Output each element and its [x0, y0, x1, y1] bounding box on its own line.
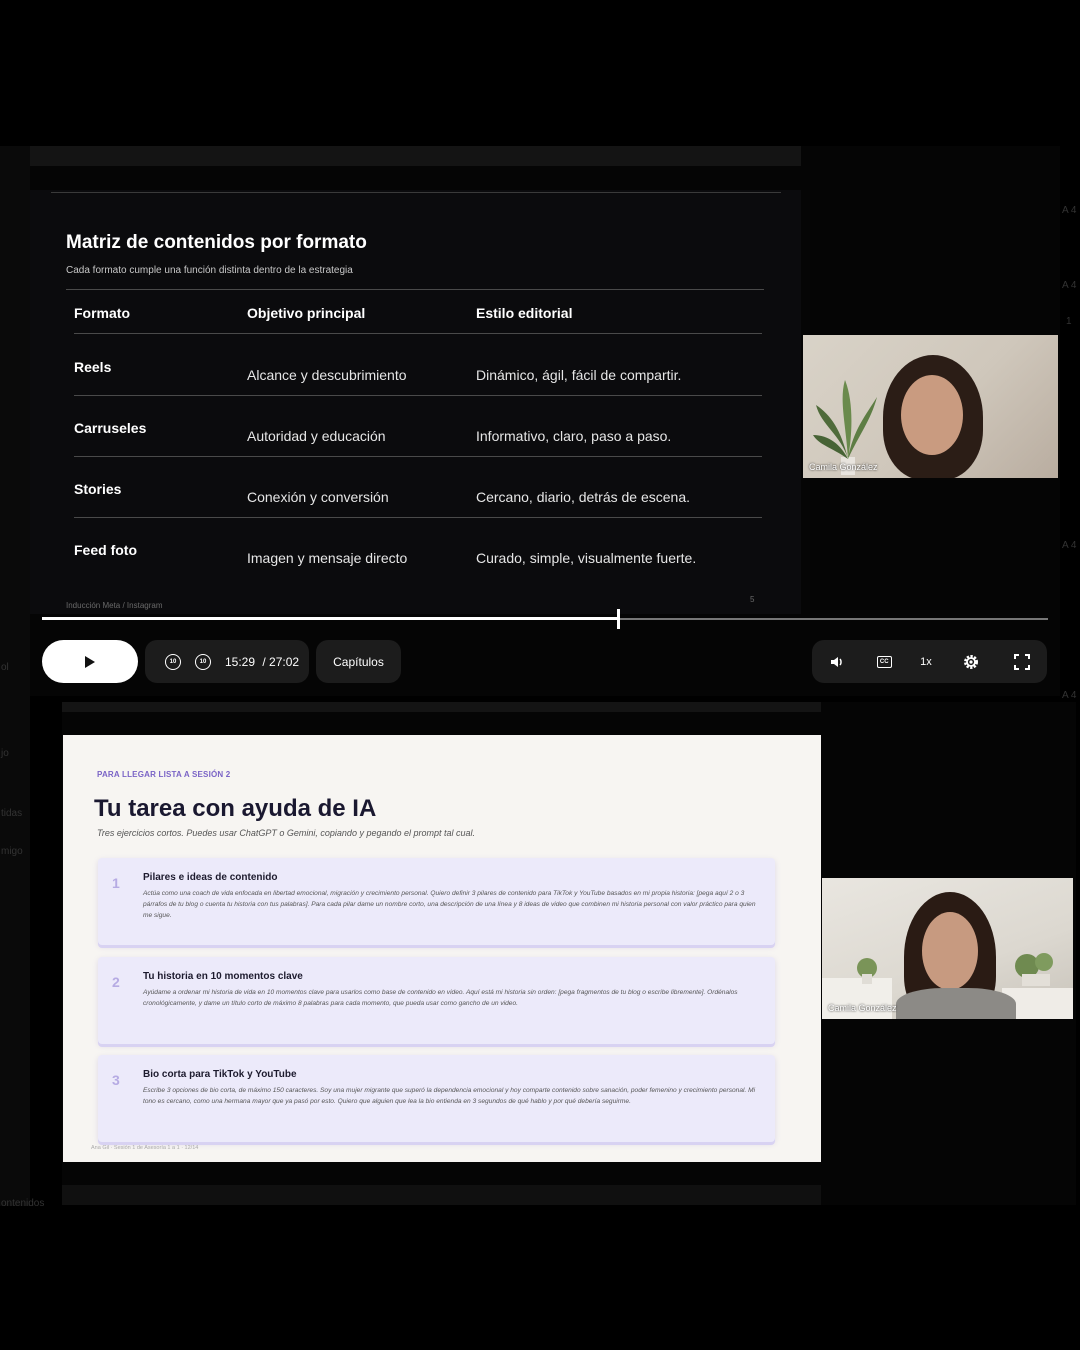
table-header-formato: Formato	[74, 305, 130, 321]
exercise-card: 3 Bio corta para TikTok y YouTube Escrib…	[98, 1055, 775, 1142]
slide-title: Tu tarea con ayuda de IA	[94, 795, 377, 822]
divider	[51, 192, 781, 193]
table-cell-formato: Feed foto	[74, 542, 137, 558]
forward-10-icon[interactable]: 10	[195, 653, 211, 670]
slide-content-matrix: Matriz de contenidos por formato Cada fo…	[30, 190, 801, 614]
card-body: Escribe 3 opciones de bio corta, de máxi…	[143, 1087, 756, 1105]
bg-fragment: 1	[1066, 316, 1072, 327]
table-cell-objetivo: Imagen y mensaje directo	[247, 550, 408, 566]
card-body: Actúa como una coach de vida enfocada en…	[143, 890, 756, 919]
table-cell-formato: Stories	[74, 481, 122, 497]
card-number: 2	[112, 974, 120, 990]
table-cell-formato: Reels	[74, 359, 112, 375]
progress-fill	[42, 617, 619, 620]
webcam-presenter: Camila González	[803, 335, 1058, 478]
card-body: Ayúdame a ordenar mi historia de vida en…	[143, 989, 738, 1007]
slide-subtitle: Cada formato cumple una función distinta…	[66, 265, 353, 276]
bg-fragment: ontenidos	[1, 1198, 45, 1209]
presenter-face	[922, 912, 978, 990]
progress-bar[interactable]	[42, 609, 1048, 629]
current-time: 15:29	[225, 654, 256, 669]
gear-icon[interactable]	[960, 651, 982, 673]
presenter-face	[901, 375, 963, 455]
card-number: 3	[112, 1072, 120, 1088]
fullscreen-icon[interactable]	[1011, 651, 1033, 673]
table-cell-formato: Carruseles	[74, 420, 147, 436]
card-title: Bio corta para TikTok y YouTube	[143, 1069, 297, 1080]
table-cell-estilo: Curado, simple, visualmente fuerte.	[476, 550, 697, 566]
bg-fragment: ol	[1, 662, 9, 673]
slide-page-number: 5	[750, 595, 755, 604]
table-cell-estilo: Dinámico, ágil, fácil de compartir.	[476, 367, 682, 383]
bg-fragment: tidas	[1, 808, 23, 819]
table-cell-objetivo: Autoridad y educación	[247, 428, 386, 444]
player-top-bar	[30, 146, 801, 166]
plant-graphic	[813, 380, 877, 475]
table-header-estilo: Estilo editorial	[476, 305, 573, 321]
card-title: Tu historia en 10 momentos clave	[143, 971, 303, 982]
table-rule	[74, 333, 762, 334]
volume-icon[interactable]	[826, 651, 848, 673]
table-cell-estilo: Informativo, claro, paso a paso.	[476, 428, 672, 444]
table-cell-objetivo: Alcance y descubrimiento	[247, 367, 407, 383]
table-cell-objetivo: Conexión y conversión	[247, 489, 389, 505]
video-player-bottom[interactable]: PARA LLEGAR LISTA A SESIÓN 2 Tu tarea co…	[62, 702, 1076, 1205]
captions-icon[interactable]: CC	[876, 655, 892, 668]
time-readout: 15:29 / 27:02	[225, 655, 299, 669]
play-icon	[85, 655, 95, 668]
participant-name: Camila González	[809, 462, 878, 472]
slide-footer: Inducción Meta / Instagram	[66, 601, 163, 610]
slide-subtitle: Tres ejercicios cortos. Puedes usar Chat…	[97, 828, 476, 838]
card-number: 1	[112, 875, 120, 891]
video-player-top[interactable]: Matriz de contenidos por formato Cada fo…	[30, 146, 1060, 696]
bg-fragment: migo	[1, 846, 23, 857]
player-settings-group: CC 1x	[812, 640, 1047, 683]
duration: / 27:02	[262, 654, 300, 669]
table-rule	[74, 517, 762, 518]
webcam-presenter: Camila González	[822, 878, 1073, 1019]
bg-fragment: jo	[1, 748, 9, 759]
player-bottom-bar	[62, 1185, 821, 1205]
player-top-bar	[62, 702, 821, 712]
table-cell-estilo: Cercano, diario, detrás de escena.	[476, 489, 691, 505]
bg-fragment: A 4	[1062, 280, 1077, 291]
bg-fragment: A 4	[1062, 690, 1077, 701]
play-button[interactable]	[42, 640, 138, 683]
table-header-objetivo: Objetivo principal	[247, 305, 366, 321]
table-rule	[66, 289, 764, 290]
card-title: Pilares e ideas de contenido	[143, 872, 278, 883]
chapters-button[interactable]: Capítulos	[316, 640, 401, 683]
table-rule	[74, 456, 762, 457]
rewind-10-icon[interactable]: 10	[165, 653, 181, 670]
slide-ai-homework: PARA LLEGAR LISTA A SESIÓN 2 Tu tarea co…	[63, 735, 821, 1162]
table-rule	[74, 395, 762, 396]
exercise-card: 1 Pilares e ideas de contenido Actúa com…	[98, 858, 775, 945]
background-app	[0, 146, 30, 1206]
progress-handle[interactable]	[617, 609, 621, 629]
exercise-card: 2 Tu historia en 10 momentos clave Ayúda…	[98, 957, 775, 1044]
slide-kicker: PARA LLEGAR LISTA A SESIÓN 2	[97, 770, 231, 779]
bg-fragment: A 4	[1062, 540, 1077, 551]
slide-footer: Ana Gil · Sesión 1 de Asesoría 1 a 1 · 1…	[91, 1145, 199, 1151]
presenter-clothing	[896, 988, 1016, 1019]
time-controls: 10 10 15:29 / 27:02	[145, 640, 309, 683]
playback-speed-button[interactable]: 1x	[920, 656, 932, 668]
participant-name: Camila González	[828, 1003, 897, 1013]
slide-title: Matriz de contenidos por formato	[66, 232, 367, 253]
bg-fragment: A 4	[1062, 205, 1077, 216]
